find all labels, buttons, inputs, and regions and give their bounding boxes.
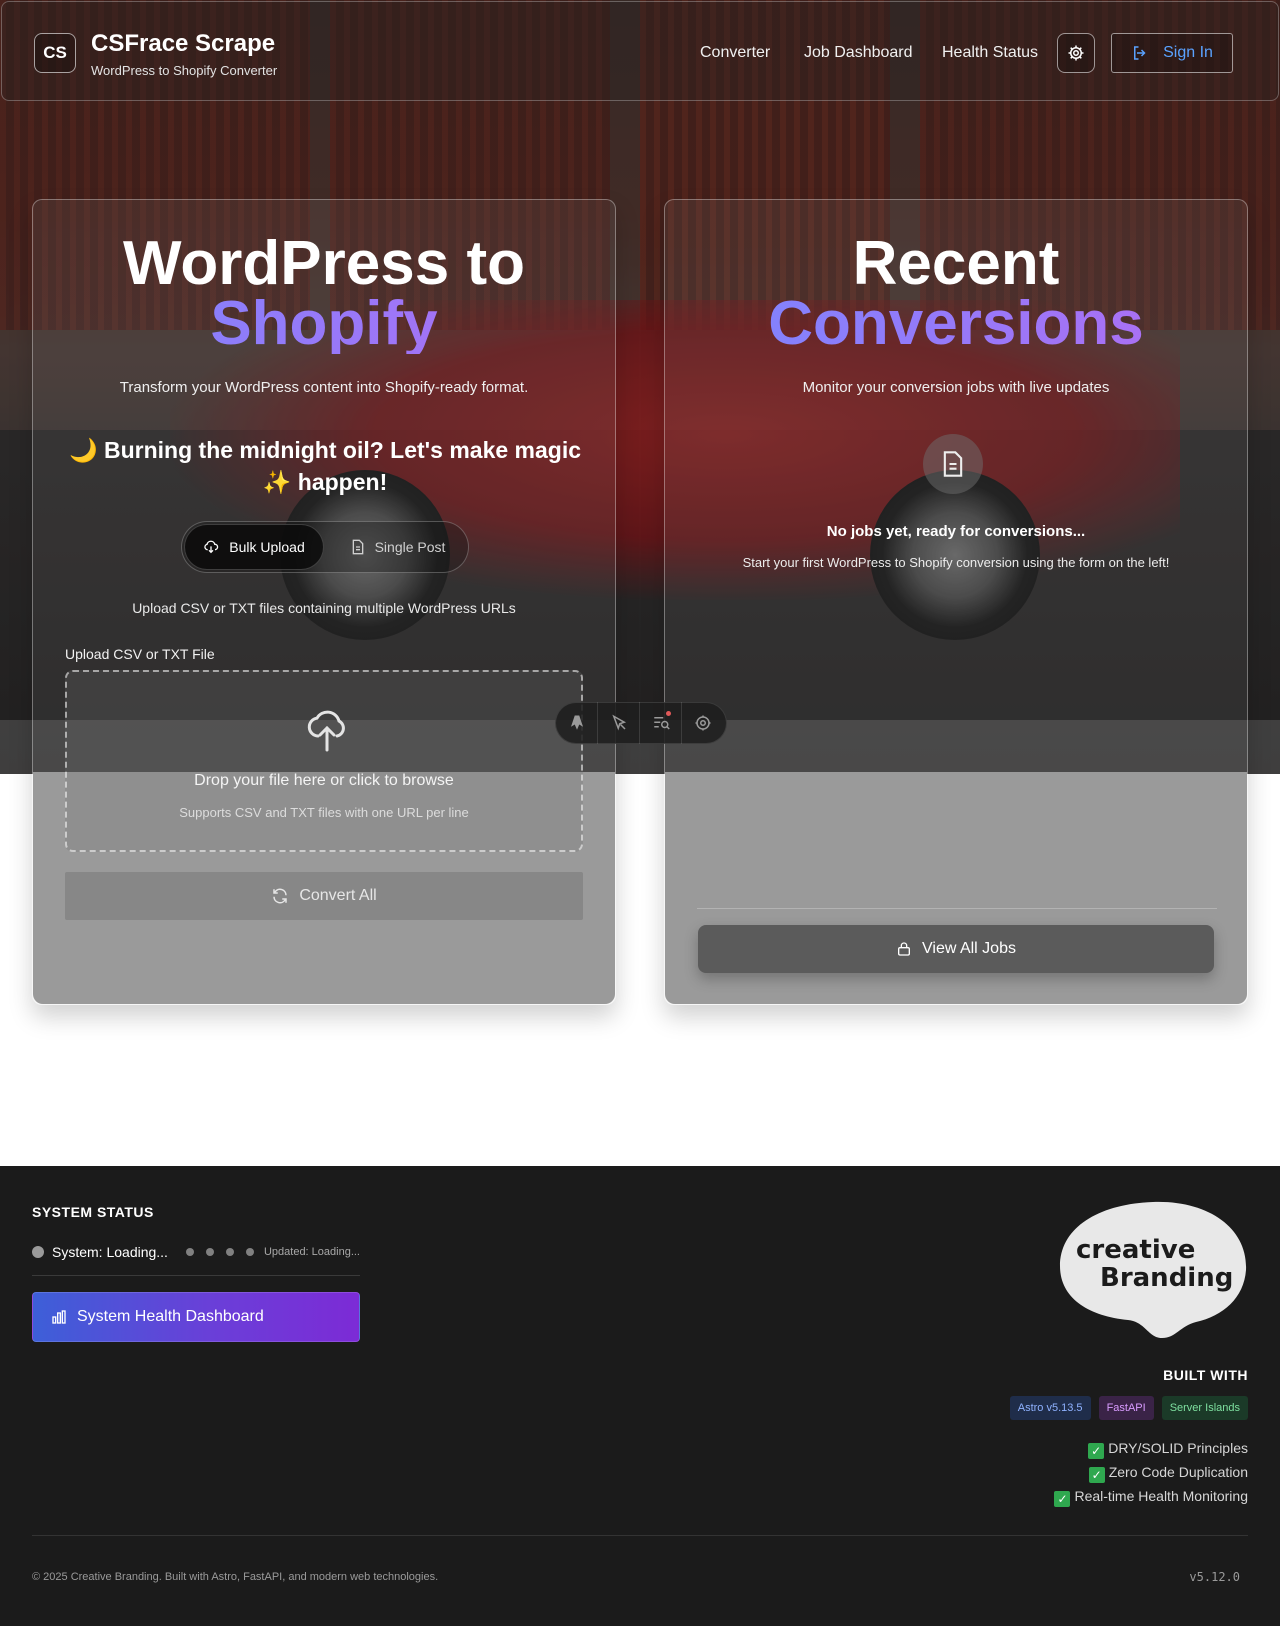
check-icon: ✓ [1088,1467,1105,1483]
brand-logo-line1: creative [1076,1235,1195,1265]
system-status-text: System: Loading... [52,1244,168,1260]
check-icon: ✓ [1088,1443,1105,1459]
dropzone-title: Drop your file here or click to browse [194,772,454,789]
nav-converter[interactable]: Converter [700,44,770,62]
converter-description: Transform your WordPress content into Sh… [119,379,529,396]
sign-in-button[interactable]: Sign In [1111,33,1233,73]
file-dropzone[interactable]: Drop your file here or click to browse S… [65,670,583,852]
empty-state-title: No jobs yet, ready for conversions... [826,523,1086,540]
astro-menu-button[interactable] [556,702,598,744]
recent-title-line1: Recent [852,229,1060,298]
view-all-jobs-button[interactable]: View All Jobs [698,925,1214,973]
sign-in-label: Sign In [1163,44,1213,61]
logo-badge[interactable]: CS [34,33,76,73]
settings-icon [695,715,711,731]
audit-button[interactable] [640,702,682,744]
bar-chart-icon [52,1310,66,1324]
settings-button[interactable] [1057,33,1095,73]
divider [32,1275,360,1276]
dev-toolbar [555,702,727,744]
version-label: v5.12.0 [1189,1570,1240,1584]
upload-label: Upload CSV or TXT File [65,646,215,662]
brand-logo-line2: Branding [1100,1263,1233,1293]
principle-item: ✓ Real-time Health Monitoring [1054,1484,1248,1508]
toolbar-settings-button[interactable] [682,702,724,744]
check-icon: ✓ [1054,1491,1071,1507]
recent-conversions-card: Recent Conversions Monitor your conversi… [664,199,1248,1005]
nav-health-status[interactable]: Health Status [942,44,1038,62]
document-icon [352,539,363,555]
sign-in-icon [1134,46,1146,60]
refresh-icon [273,888,288,904]
convert-all-label: Convert All [299,887,377,904]
cloud-download-icon [204,540,219,554]
mode-toggle: Bulk Upload Single Post [181,521,469,573]
mode-hint: Upload CSV or TXT files containing multi… [132,600,516,616]
converter-card: WordPress to Shopify Transform your Word… [32,199,616,1005]
recent-title-line2: Conversions [665,293,1247,355]
single-post-label: Single Post [374,539,446,555]
principle-item: ✓ DRY/SOLID Principles [1054,1436,1248,1460]
greeting-message: 🌙 Burning the midnight oil? Let's make m… [68,437,582,495]
divider [697,908,1217,909]
document-icon [943,451,963,477]
empty-state-icon-wrap [923,434,983,494]
recent-description: Monitor your conversion jobs with live u… [802,379,1110,396]
bulk-upload-label: Bulk Upload [229,539,305,555]
inspect-icon [611,714,626,731]
dropzone-hint: Supports CSV and TXT files with one URL … [179,805,469,820]
tech-badges: Astro v5.13.5 FastAPI Server Islands [1009,1396,1248,1420]
system-status-row: System: Loading... Updated: Loading... [32,1240,360,1264]
gear-icon [1068,45,1084,61]
copyright-text: © 2025 Creative Branding. Built with Ast… [32,1571,439,1583]
divider [32,1535,1248,1536]
astro-logo-icon [570,715,583,730]
single-post-tab[interactable]: Single Post [330,524,466,570]
system-status-title: SYSTEM STATUS [32,1204,154,1220]
built-with-title: BUILT WITH [1163,1367,1248,1383]
nav-job-dashboard[interactable]: Job Dashboard [804,44,913,62]
creative-branding-logo[interactable]: creative Branding [1058,1198,1248,1340]
cloud-upload-icon [307,710,345,752]
status-updated: Updated: Loading... [263,1246,360,1258]
brand-title[interactable]: CSFrace Scrape [91,30,275,58]
inspect-button[interactable] [598,702,640,744]
view-all-jobs-label: View All Jobs [922,940,1016,957]
convert-all-button[interactable]: Convert All [65,872,583,920]
service-indicators [185,1248,254,1256]
site-footer: SYSTEM STATUS System: Loading... Updated… [0,1166,1280,1626]
lock-icon [898,942,910,956]
badge-fastapi: FastAPI [1098,1396,1154,1420]
status-indicator [32,1246,44,1258]
badge-astro: Astro v5.13.5 [1009,1396,1091,1420]
converter-title-line2: Shopify [33,293,615,355]
brand-subtitle: WordPress to Shopify Converter [91,63,278,78]
bulk-upload-tab[interactable]: Bulk Upload [184,524,324,570]
principles-list: ✓ DRY/SOLID Principles ✓ Zero Code Duplica… [1054,1436,1248,1508]
principle-item: ✓ Zero Code Duplication [1054,1460,1248,1484]
system-health-dashboard-label: System Health Dashboard [77,1308,264,1325]
system-health-dashboard-button[interactable]: System Health Dashboard [32,1292,360,1342]
site-header: CS CSFrace Scrape WordPress to Shopify C… [1,1,1279,101]
audit-icon [653,717,670,730]
empty-state-subtitle: Start your first WordPress to Shopify co… [742,555,1170,570]
converter-title-line1: WordPress to [123,229,525,298]
badge-server-islands: Server Islands [1161,1396,1248,1420]
